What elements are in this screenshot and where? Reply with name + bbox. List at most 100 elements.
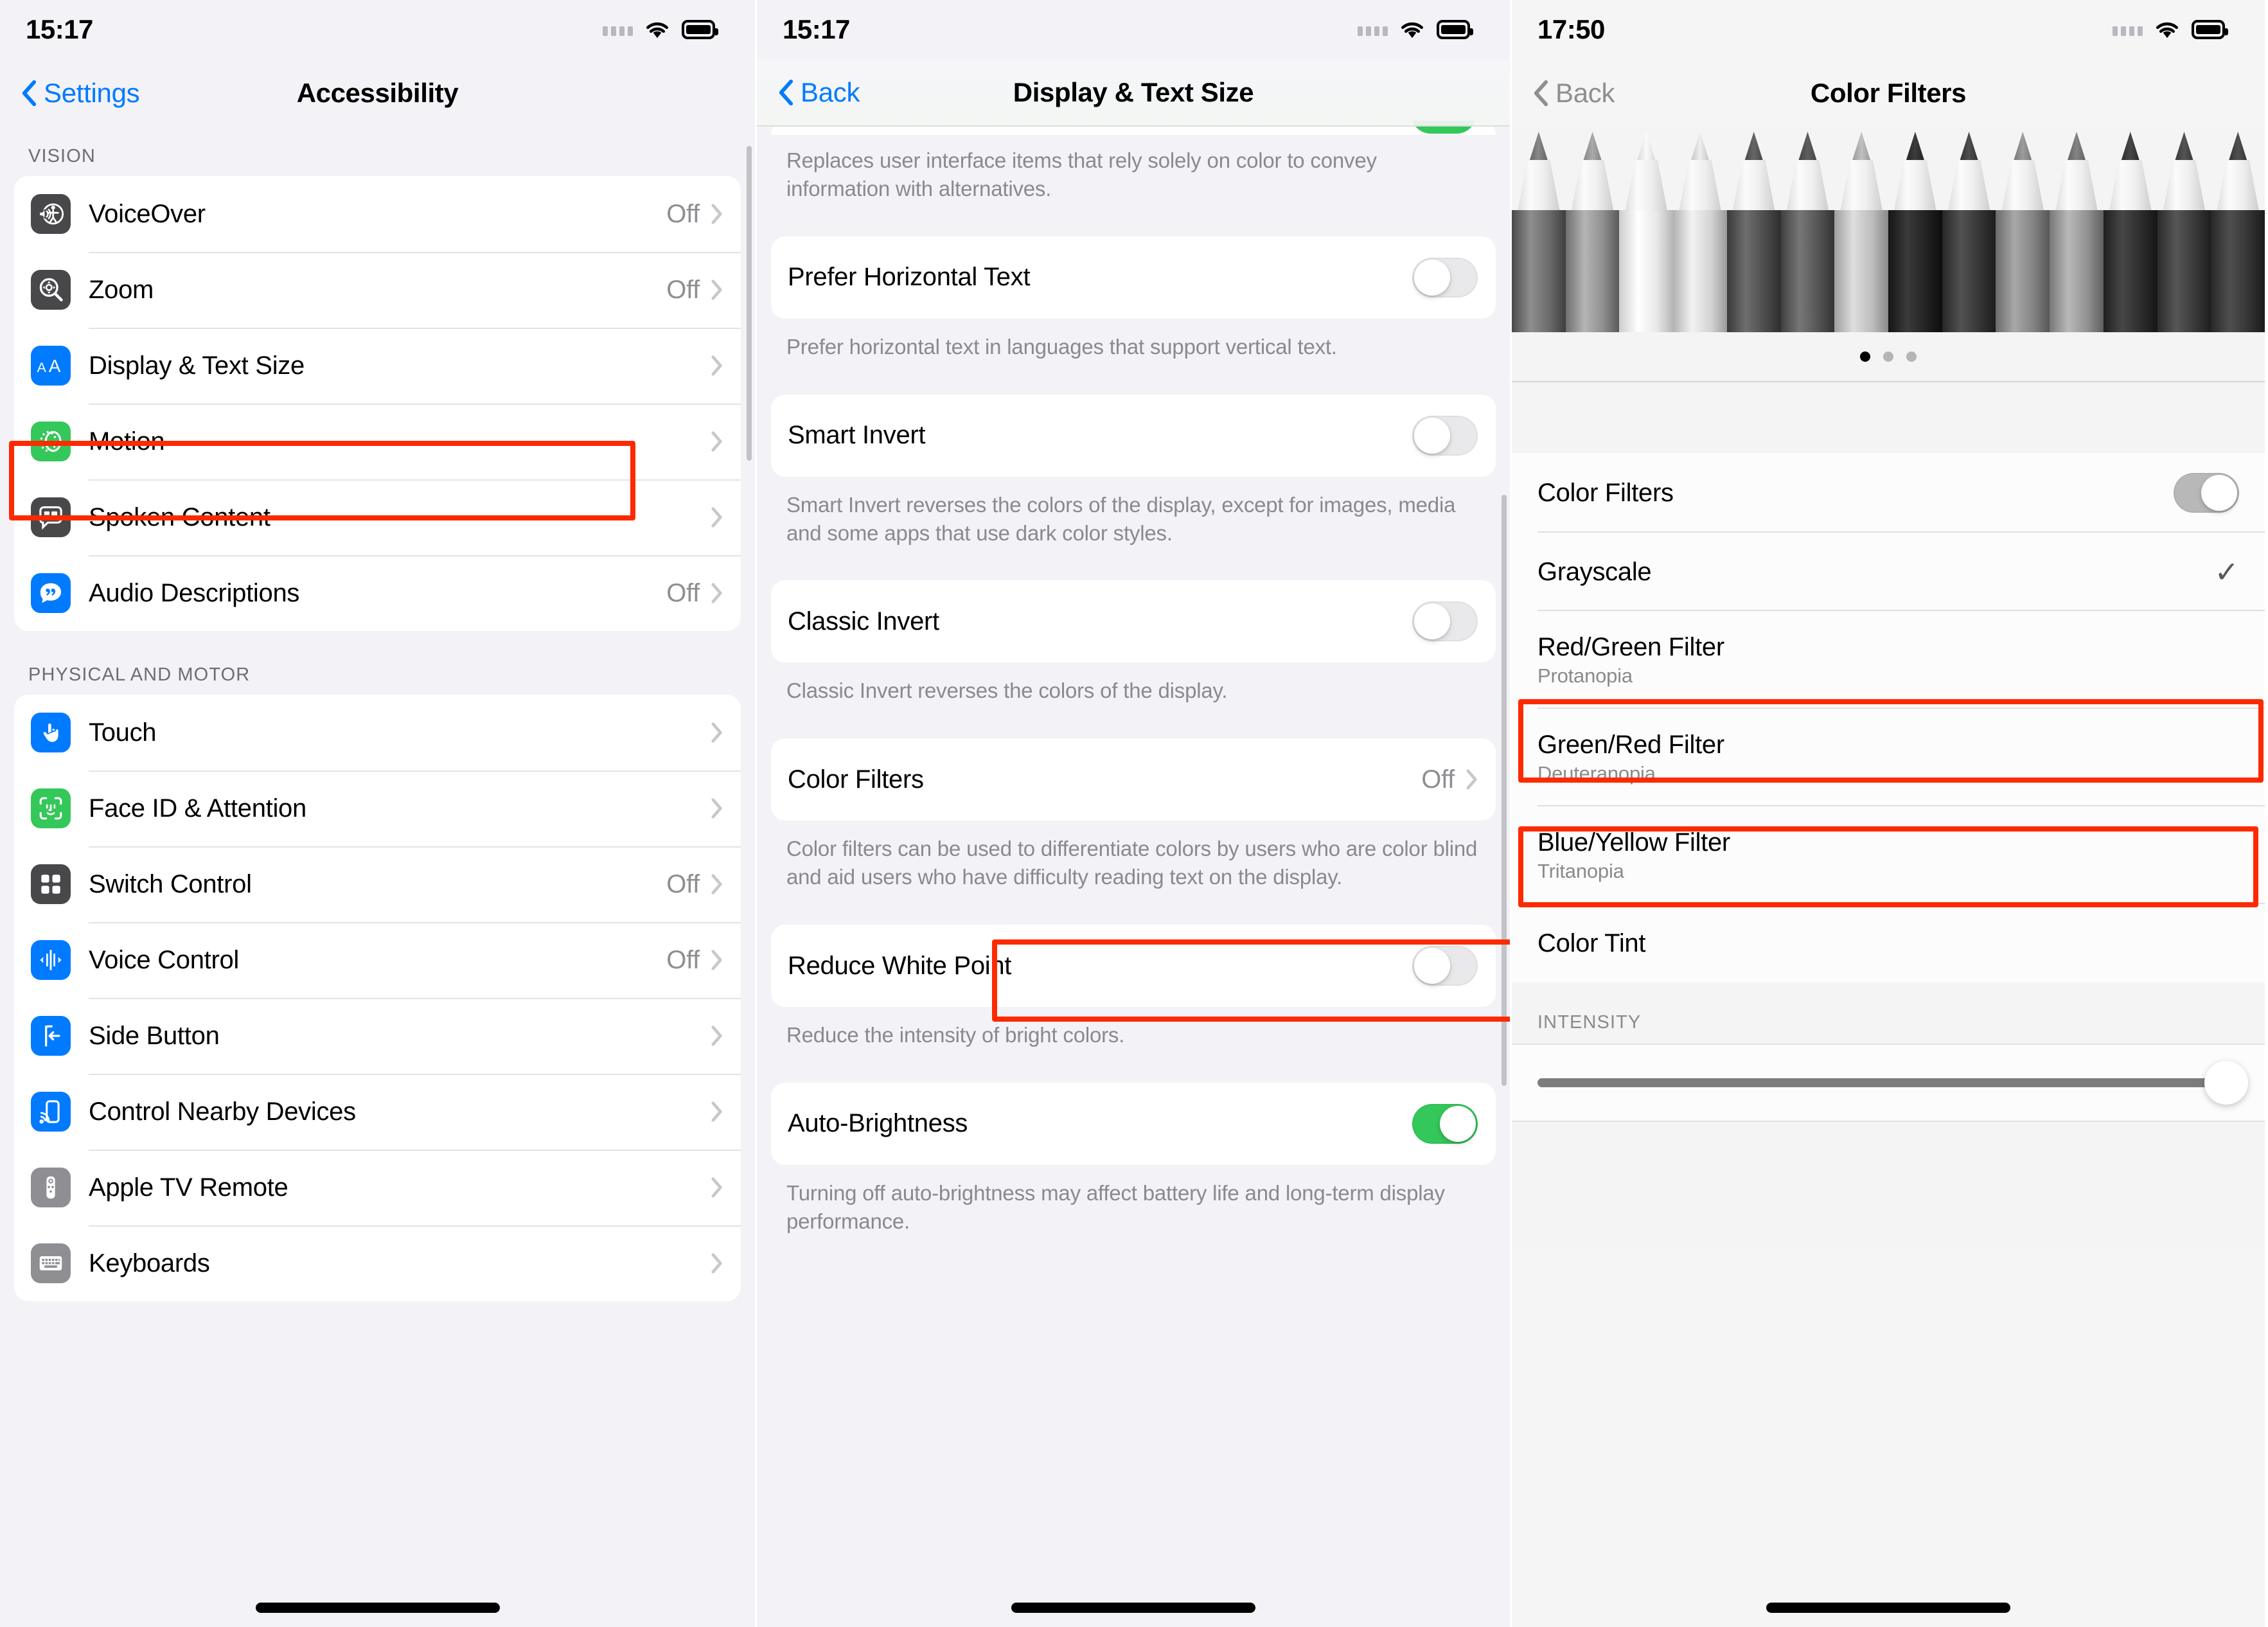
settings-list-2[interactable]: Replaces user interface items that rely … (757, 135, 1510, 1627)
smart-invert-card: Smart Invert (771, 394, 1496, 477)
sidebar-item-audio-descriptions[interactable]: Audio Descriptions Off (14, 555, 741, 631)
sidebar-item-face-id-attention[interactable]: Face ID & Attention (14, 770, 741, 846)
sidebar-item-spoken-content[interactable]: Spoken Content (14, 479, 741, 555)
sidebar-item-control-nearby-devices[interactable]: Control Nearby Devices (14, 1074, 741, 1150)
chevron-right-icon (711, 507, 722, 528)
sidebar-item-zoom[interactable]: Zoom Off (14, 252, 741, 328)
voiceover-icon (31, 194, 71, 234)
sidebar-item-value: Off (666, 275, 700, 304)
filter-label: Color Tint (1537, 929, 1646, 957)
auto-brightness-caption: Turning off auto-brightness may affect b… (786, 1180, 1445, 1233)
sidebar-item-voice-control[interactable]: Voice Control Off (14, 922, 741, 998)
filter-option-grayscale[interactable]: Grayscale ✓ (1512, 533, 2265, 611)
sidebar-item-touch[interactable]: Touch (14, 695, 741, 770)
page-dots[interactable] (1512, 332, 2265, 382)
setting-label: Prefer Horizontal Text (788, 263, 1031, 292)
status-bar-3: 17:50 (1512, 0, 2265, 59)
sidebar-item-label: Touch (89, 718, 157, 747)
settings-list-1[interactable]: VISION VoiceOver Off Zoom Off A A Displa… (0, 127, 755, 1627)
chevron-left-icon (1534, 80, 1548, 106)
chevron-right-icon (711, 204, 722, 224)
sidebar-item-label: Spoken Content (89, 502, 270, 531)
status-bar-2: 15:17 (757, 0, 1510, 59)
status-time: 17:50 (1537, 14, 1605, 44)
sidebar-item-side-button[interactable]: Side Button (14, 998, 741, 1074)
setting-label: Smart Invert (788, 421, 926, 450)
section-header-physical-and-motor: PHYSICAL AND MOTOR (28, 664, 251, 685)
intensity-slider-knob[interactable] (2204, 1061, 2248, 1105)
sidebar-item-label: Zoom (89, 275, 154, 304)
scrollbar-2[interactable] (1502, 495, 1507, 1086)
filter-option-blue-yellow[interactable]: Blue/Yellow Filter Tritanopia (1512, 806, 2265, 904)
smart-invert-row[interactable]: Smart Invert (771, 395, 1496, 477)
zoom-magnifier-icon (31, 270, 71, 310)
page-title: Color Filters (1810, 77, 1967, 108)
home-indicator (1011, 1603, 1255, 1613)
color-filters-toggle-row[interactable]: Color Filters (1512, 453, 2265, 533)
prefer-horizontal-text-card: Prefer Horizontal Text (771, 236, 1496, 319)
physical-motor-card: Touch Face ID & Attention Switch Control… (14, 695, 741, 1301)
prefer-horizontal-text-row[interactable]: Prefer Horizontal Text (771, 236, 1496, 319)
sidebar-item-display-text-size[interactable]: AA Display & Text Size (14, 328, 741, 404)
side-button-icon (31, 1016, 71, 1056)
classic-invert-row[interactable]: Classic Invert (771, 580, 1496, 662)
status-time: 15:17 (783, 14, 850, 44)
auto-brightness-toggle[interactable] (1412, 1103, 1478, 1144)
audio-descriptions-icon (31, 573, 71, 613)
page-dot-2[interactable] (1883, 351, 1893, 362)
filter-text: Green/Red Filter Deuteranopia (1537, 731, 2239, 785)
status-time: 15:17 (26, 14, 93, 44)
back-button[interactable]: Back (779, 77, 860, 108)
smart-invert-toggle[interactable] (1412, 415, 1478, 456)
sidebar-item-label: Face ID & Attention (89, 794, 306, 822)
intensity-slider-track[interactable] (1537, 1061, 2248, 1105)
voice-control-icon (31, 940, 71, 980)
page-dot-1[interactable] (1860, 351, 1870, 362)
sidebar-item-keyboards[interactable]: Keyboards (14, 1225, 741, 1301)
touch-hand-icon (31, 713, 71, 752)
intensity-slider-row[interactable] (1512, 1044, 2265, 1122)
sidebar-item-label: VoiceOver (89, 199, 206, 228)
reduce-white-point-card: Reduce White Point (771, 925, 1496, 1007)
sidebar-item-voiceover[interactable]: VoiceOver Off (14, 176, 741, 252)
control-nearby-devices-icon (31, 1092, 71, 1132)
intensity-section-header: INTENSITY (1512, 982, 2265, 1044)
chevron-right-icon (711, 722, 722, 743)
sidebar-item-motion[interactable]: Motion (14, 404, 741, 479)
status-indicators (603, 19, 718, 40)
prefer-horizontal-text-caption: Prefer horizontal text in languages that… (786, 334, 1337, 359)
sidebar-item-switch-control[interactable]: Switch Control Off (14, 846, 741, 922)
color-filters-toggle[interactable] (2174, 473, 2239, 513)
reduce-white-point-toggle[interactable] (1412, 946, 1478, 986)
sidebar-item-apple-tv-remote[interactable]: Apple TV Remote (14, 1150, 741, 1225)
chevron-right-icon (711, 280, 722, 300)
wifi-icon (646, 22, 668, 39)
sidebar-item-label: Motion (89, 427, 165, 456)
filter-text: Grayscale (1537, 558, 2214, 587)
classic-invert-toggle[interactable] (1412, 601, 1478, 642)
three-phone-screenshots: 15:17 Settings Accessibility VISION Voic… (0, 0, 2268, 1627)
prefer-horizontal-text-toggle[interactable] (1412, 257, 1478, 298)
auto-brightness-row[interactable]: Auto-Brightness (771, 1083, 1496, 1165)
wifi-icon (1401, 22, 1423, 39)
status-indicators (1358, 19, 1473, 40)
setting-label: Color Filters (788, 765, 924, 794)
color-filters-row[interactable]: Color Filters Off (771, 738, 1496, 821)
sidebar-item-label: Control Nearby Devices (89, 1097, 356, 1126)
filter-option-color-tint[interactable]: Color Tint (1512, 904, 2265, 982)
keyboards-icon (31, 1243, 71, 1283)
scrollbar-1[interactable] (747, 146, 752, 461)
pencils-grayscale-preview[interactable] (1512, 127, 2265, 332)
filter-text: Blue/Yellow Filter Tritanopia (1537, 828, 2239, 883)
filter-option-red-green[interactable]: Red/Green Filter Protanopia (1512, 611, 2265, 709)
chevron-right-icon (711, 1253, 722, 1274)
filter-option-green-red[interactable]: Green/Red Filter Deuteranopia (1512, 709, 2265, 806)
back-button[interactable]: Back (1534, 78, 1615, 109)
reduce-white-point-row[interactable]: Reduce White Point (771, 925, 1496, 1007)
classic-invert-card: Classic Invert (771, 580, 1496, 663)
battery-icon (682, 20, 718, 39)
page-dot-3[interactable] (1906, 351, 1917, 362)
chevron-right-icon (711, 1101, 722, 1122)
chevron-right-icon (711, 874, 722, 894)
back-button-settings[interactable]: Settings (22, 78, 140, 109)
